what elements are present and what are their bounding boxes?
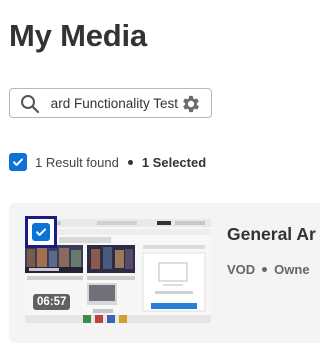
media-entry-card[interactable]: 06:57 General Ar VOD Owne: [9, 203, 320, 343]
entry-select-checkbox[interactable]: [25, 216, 57, 248]
page-title: My Media: [9, 18, 147, 53]
separator-dot: [262, 267, 268, 272]
duration-badge: 06:57: [33, 294, 71, 310]
entry-type: VOD: [227, 262, 256, 277]
separator-dot: [127, 159, 133, 165]
check-icon: [36, 228, 46, 236]
entry-owner: Owne: [274, 262, 310, 277]
search-input[interactable]: [50, 92, 178, 114]
search-icon: [21, 95, 40, 114]
select-all-checkbox[interactable]: [9, 153, 27, 171]
selected-count-text: 1 Selected: [141, 154, 207, 170]
check-icon: [13, 158, 23, 166]
results-summary: 1 Result found 1 Selected: [9, 152, 206, 172]
results-found-text: 1 Result found: [35, 154, 119, 170]
gear-icon[interactable]: [180, 93, 202, 115]
search-box[interactable]: [9, 88, 212, 118]
entry-meta: VOD Owne: [227, 262, 310, 277]
entry-title-link[interactable]: General Ar: [227, 224, 316, 245]
